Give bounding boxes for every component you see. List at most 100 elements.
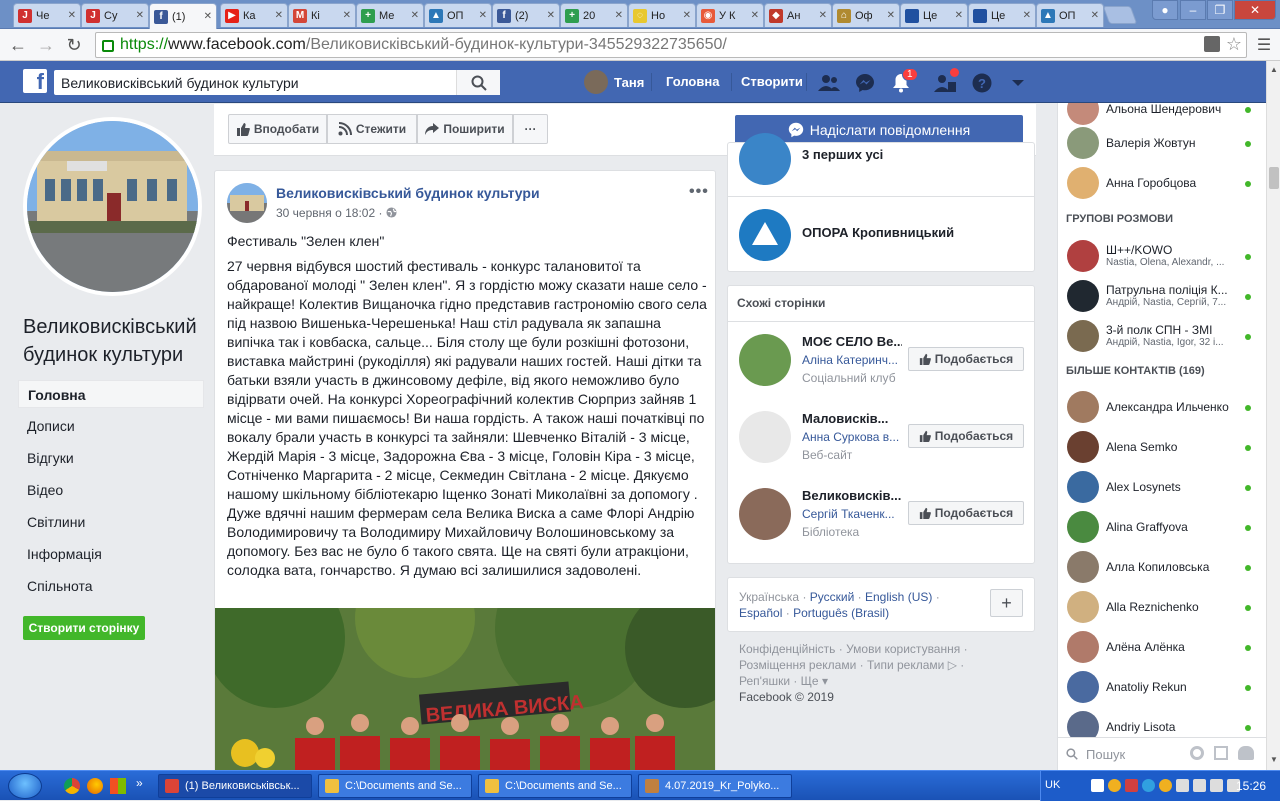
- tab-close-icon[interactable]: ✕: [136, 10, 144, 21]
- quicklaunch-overflow-icon[interactable]: »: [136, 776, 143, 790]
- tab-close-icon[interactable]: ✕: [547, 10, 555, 21]
- similar-page-avatar[interactable]: [739, 334, 791, 386]
- share-button[interactable]: Поширити: [417, 114, 513, 144]
- close-window-icon[interactable]: ✕: [1234, 0, 1276, 20]
- like-similar-page-button[interactable]: Подобається: [908, 347, 1024, 371]
- opora-page-link[interactable]: ОПОРА Кропивницький: [802, 225, 1002, 240]
- tab-close-icon[interactable]: ✕: [955, 10, 963, 21]
- create-group-icon[interactable]: [1238, 746, 1254, 760]
- chat-search-bar[interactable]: Пошук: [1058, 737, 1266, 770]
- tab-close-icon[interactable]: ✕: [275, 10, 283, 21]
- messenger-icon[interactable]: [854, 72, 876, 94]
- account-menu-icon[interactable]: [1007, 72, 1029, 94]
- tray-app-icon[interactable]: [1142, 779, 1155, 792]
- similar-page-name[interactable]: МОЄ СЕЛО Ве...: [802, 334, 902, 349]
- user-icon[interactable]: ●: [1152, 0, 1178, 20]
- left-nav-posts[interactable]: Дописи: [18, 412, 204, 440]
- new-tab-button[interactable]: [1102, 6, 1138, 24]
- new-message-icon[interactable]: [1214, 746, 1228, 760]
- follow-button[interactable]: Стежити: [327, 114, 417, 144]
- chat-contact[interactable]: Alena Semko: [1058, 427, 1266, 467]
- tab-close-icon[interactable]: ✕: [819, 10, 827, 21]
- like-page-button[interactable]: Вподобати: [228, 114, 327, 144]
- post-author-avatar[interactable]: [227, 183, 267, 223]
- chat-contact[interactable]: Александра Ильченко: [1058, 387, 1266, 427]
- app-icon[interactable]: [110, 778, 126, 794]
- help-icon[interactable]: ?: [971, 72, 993, 94]
- left-nav-about[interactable]: Інформація: [18, 540, 204, 568]
- like-similar-page-button[interactable]: Подобається: [908, 501, 1024, 525]
- facebook-logo-icon[interactable]: f: [23, 69, 47, 93]
- nav-home-link[interactable]: Головна: [666, 74, 719, 89]
- left-nav-videos[interactable]: Відео: [18, 476, 204, 504]
- chat-contact[interactable]: Алла Копиловська: [1058, 547, 1266, 587]
- more-options-button[interactable]: ···: [513, 114, 548, 144]
- chrome-icon[interactable]: [64, 778, 80, 794]
- maximize-icon[interactable]: ❐: [1207, 0, 1233, 20]
- chat-contact[interactable]: Анна Горобцова: [1058, 163, 1266, 203]
- volume-icon[interactable]: [1176, 779, 1189, 792]
- create-page-button[interactable]: Створити сторінку: [23, 616, 145, 640]
- tab-close-icon[interactable]: ✕: [615, 10, 623, 21]
- browser-tab[interactable]: + Ме ✕: [356, 3, 424, 27]
- tab-close-icon[interactable]: ✕: [683, 10, 691, 21]
- group-conversation[interactable]: Патрульна поліція К... Андрій, Nastia, Се…: [1058, 276, 1266, 316]
- taskbar-window-button[interactable]: (1) Великовиськівськ...: [158, 774, 312, 798]
- browser-tab[interactable]: M Кі ✕: [288, 3, 356, 27]
- partial-page-name[interactable]: 3 перших усі: [802, 147, 1002, 162]
- translate-icon[interactable]: [1204, 36, 1220, 52]
- friend-requests-icon[interactable]: [818, 72, 840, 94]
- left-nav-photos[interactable]: Світлини: [18, 508, 204, 536]
- similar-page-avatar[interactable]: [739, 411, 791, 463]
- browser-tab[interactable]: +20 ✕: [560, 3, 628, 27]
- minimize-icon[interactable]: –: [1180, 0, 1206, 20]
- left-nav-community[interactable]: Спільнота: [18, 572, 204, 600]
- chat-contact[interactable]: Валерія Жовтун: [1058, 123, 1266, 163]
- scrollbar-thumb[interactable]: [1269, 167, 1279, 189]
- similar-page-friend[interactable]: Сергій Ткаченк...: [802, 507, 902, 521]
- tab-close-icon[interactable]: ✕: [887, 10, 895, 21]
- page-scrollbar[interactable]: ▲ ▼: [1266, 61, 1280, 770]
- footer-links-3[interactable]: Реп'яшки · Ще ▾: [739, 674, 828, 688]
- group-conversation[interactable]: 3-й полк СПН - ЗМІ Андрій, Nastia, Igor, …: [1058, 316, 1266, 356]
- profile-link[interactable]: Таня: [584, 70, 644, 94]
- language-link[interactable]: Português (Brasil): [793, 606, 889, 620]
- post-photo[interactable]: ВЕЛИКА ВИСКА: [215, 608, 715, 779]
- chat-contact[interactable]: Alex Losynets: [1058, 467, 1266, 507]
- tab-close-icon[interactable]: ✕: [479, 10, 487, 21]
- browser-tab[interactable]: ◆ Ан ✕: [764, 3, 832, 27]
- browser-tab[interactable]: Це ✕: [968, 3, 1036, 27]
- browser-tab[interactable]: ⌂ Оф ✕: [832, 3, 900, 27]
- left-nav-home[interactable]: Головна: [18, 380, 204, 408]
- reload-icon[interactable]: ↻: [62, 33, 86, 57]
- similar-page-name[interactable]: Маловисків...: [802, 411, 902, 426]
- back-icon[interactable]: ←: [6, 33, 30, 57]
- group-conversation[interactable]: Ш++/KOWO Nastia, Olena, Alexandr, ...: [1058, 236, 1266, 276]
- menu-icon[interactable]: ☰: [1252, 33, 1276, 57]
- chat-search-input[interactable]: Пошук: [1086, 747, 1125, 762]
- firefox-icon[interactable]: [87, 778, 103, 794]
- browser-tab[interactable]: J Че ✕: [13, 3, 81, 27]
- tab-close-icon[interactable]: ✕: [751, 10, 759, 21]
- tab-close-icon[interactable]: ✕: [1091, 10, 1099, 21]
- bookmark-star-icon[interactable]: ☆: [1226, 34, 1242, 55]
- chat-contact[interactable]: Alla Reznichenko: [1058, 587, 1266, 627]
- network-icon[interactable]: [1193, 779, 1206, 792]
- browser-tab[interactable]: f (2) ✕: [492, 3, 560, 27]
- add-language-button[interactable]: +: [990, 589, 1023, 617]
- browser-tab[interactable]: f (1) ✕: [149, 3, 217, 29]
- page-profile-picture[interactable]: [23, 117, 202, 296]
- tab-close-icon[interactable]: ✕: [68, 10, 76, 21]
- chat-contact[interactable]: Anatoliy Rekun: [1058, 667, 1266, 707]
- chat-contact[interactable]: Alina Graffyova: [1058, 507, 1266, 547]
- facebook-search[interactable]: Великовисківський будинок культури: [54, 70, 500, 95]
- partial-page-avatar[interactable]: [739, 133, 791, 185]
- start-button[interactable]: [8, 773, 42, 799]
- tray-app-icon[interactable]: [1091, 779, 1104, 792]
- scroll-down-icon[interactable]: ▼: [1270, 755, 1278, 764]
- browser-tab[interactable]: ▶ Ка ✕: [220, 3, 288, 27]
- browser-tab[interactable]: Це ✕: [900, 3, 968, 27]
- keyboard-language[interactable]: UK: [1045, 779, 1060, 791]
- search-icon[interactable]: [456, 70, 500, 95]
- similar-page-name[interactable]: Великовисків...: [802, 488, 902, 503]
